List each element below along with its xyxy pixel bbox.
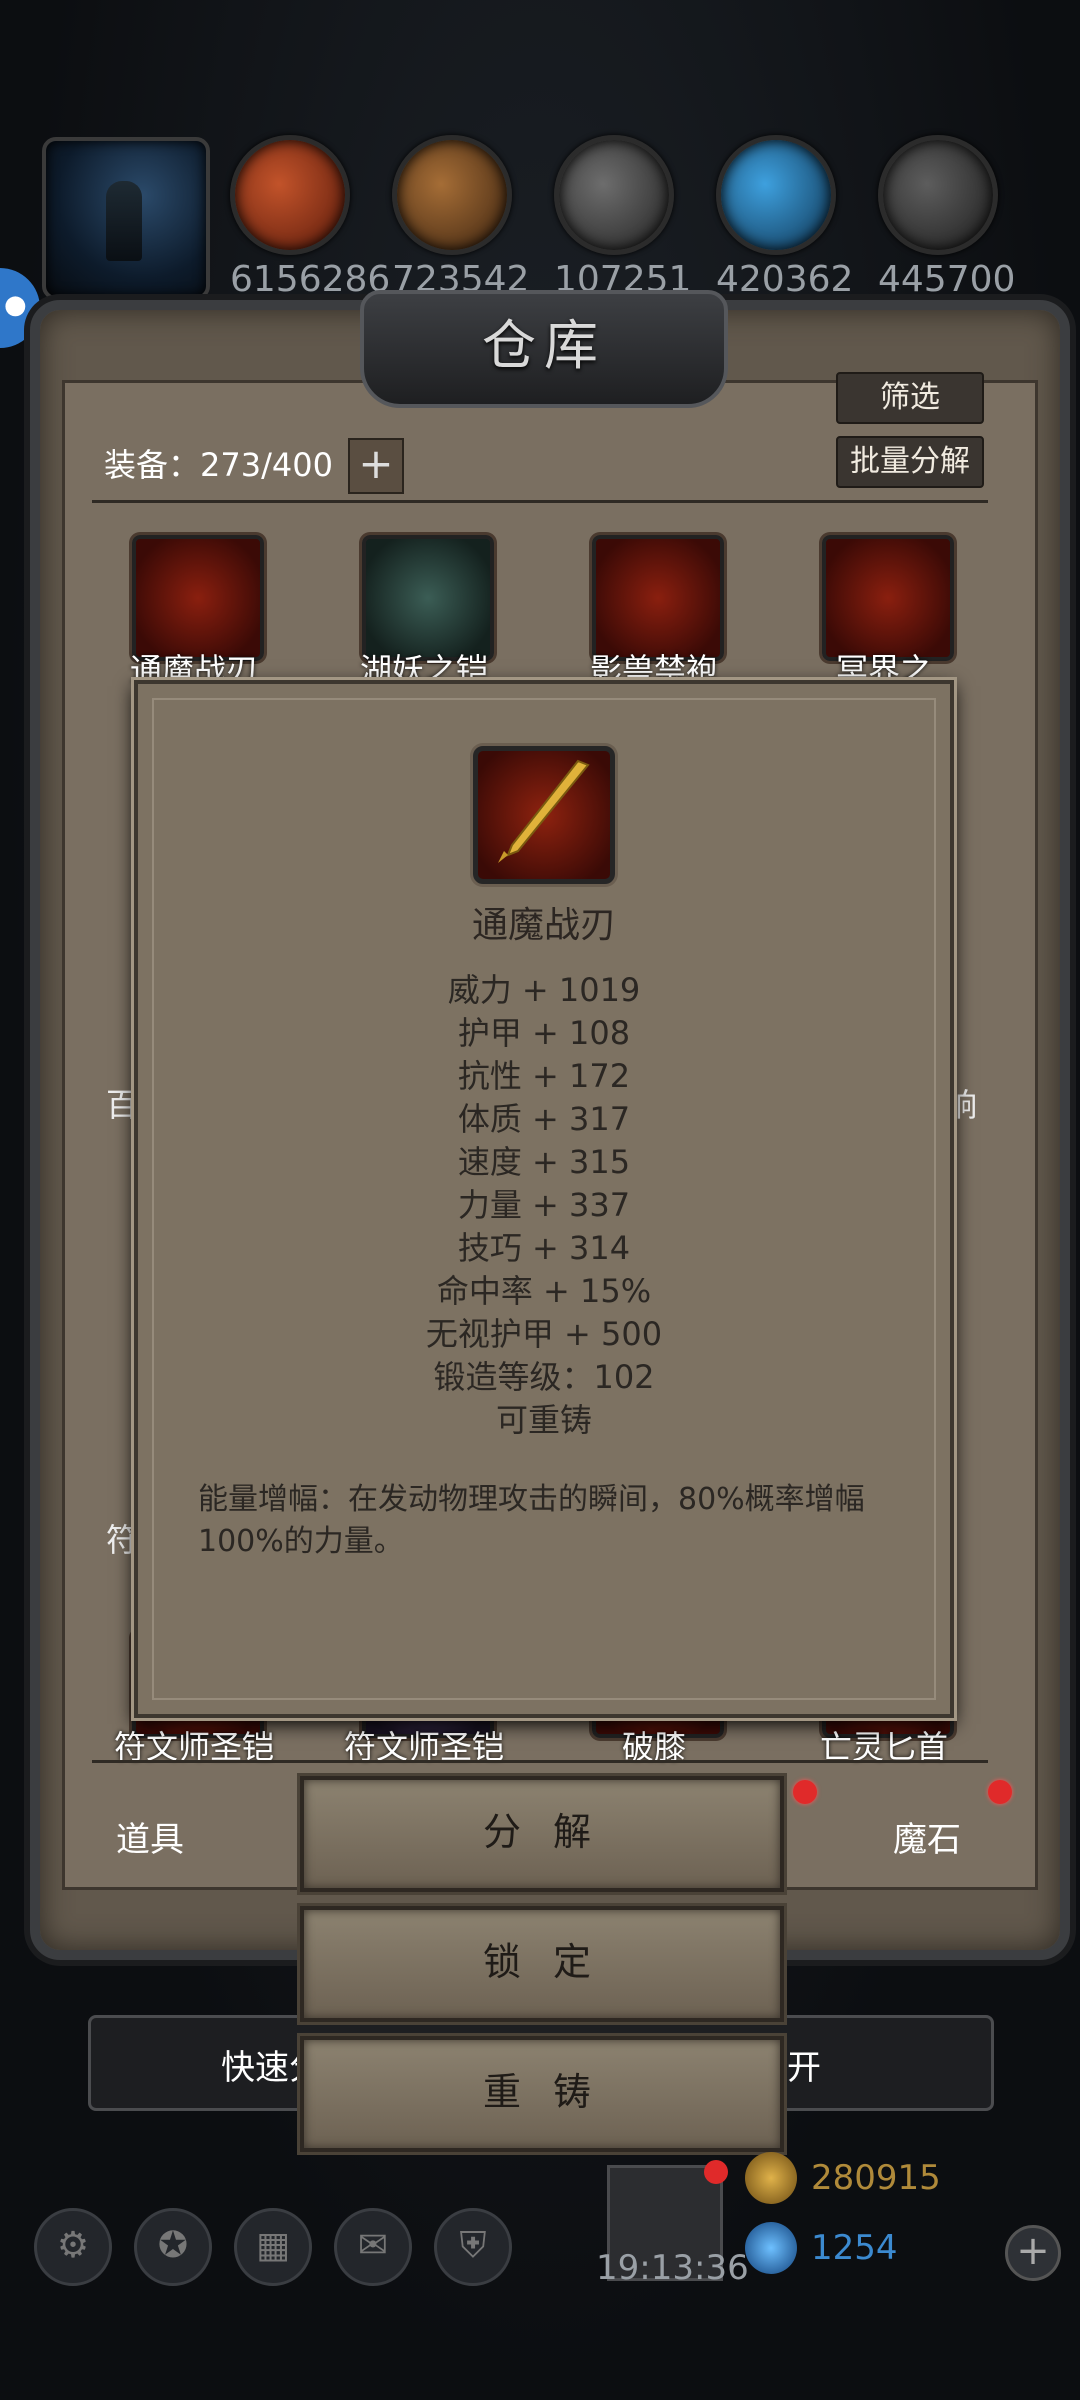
resource-crystal-value: 420362 [716, 259, 854, 300]
shield-icon[interactable]: ⛨ [434, 2208, 512, 2286]
resource-iron[interactable]: 445700 [878, 135, 1016, 300]
top-divider [92, 500, 988, 503]
spear-icon [498, 759, 590, 863]
stat-armor: 护甲 + 108 [457, 1014, 631, 1052]
stone-icon [554, 135, 674, 255]
resource-ore-value: 6156286 [230, 259, 391, 300]
item-name: 通魔战刃 [471, 905, 616, 946]
item-detail-panel: 通魔战刃 威力 + 1019 护甲 + 108 抗性 + 172 体质 + 31… [134, 680, 954, 1718]
reforge-button[interactable]: 重 铸 [300, 2036, 784, 2152]
gold-amount: 280915 [811, 2158, 941, 2198]
resource-crystal[interactable]: 420362 [716, 135, 854, 300]
item-slot-2[interactable] [362, 535, 494, 661]
resource-bar: 6156286 723542 107251 420362 445700 [40, 135, 1050, 310]
item-slot-3[interactable] [592, 535, 724, 661]
warehouse-title: 仓库 [482, 314, 606, 377]
lock-button[interactable]: 锁 定 [300, 1906, 784, 2022]
sword-icon [473, 746, 615, 884]
tab-magic-stone[interactable]: 魔石 [893, 1812, 961, 1861]
gold-currency: 280915 [745, 2152, 1045, 2206]
stat-speed: 速度 + 315 [457, 1143, 631, 1181]
warehouse-title-plate: 仓库 [360, 290, 728, 408]
stat-power: 威力 + 1019 [447, 971, 641, 1009]
stat-reforgeable: 可重铸 [495, 1401, 592, 1439]
decompose-button[interactable]: 分 解 [300, 1776, 784, 1892]
ore-orb-icon [230, 135, 350, 255]
stat-resistance: 抗性 + 172 [457, 1057, 631, 1095]
gem-icon [745, 2222, 797, 2274]
ranking-icon[interactable]: ▦ [234, 2208, 312, 2286]
iron-icon [878, 135, 998, 255]
item-slot-4[interactable] [822, 535, 954, 661]
star-icon[interactable]: ✪ [134, 2208, 212, 2286]
crystal-icon [716, 135, 836, 255]
mail-icon[interactable]: ✉ [334, 2208, 412, 2286]
item-description: 能量增幅：在发动物理攻击的瞬间，80%概率增幅100%的力量。 [198, 1482, 865, 1559]
stat-armor-ignore: 无视护甲 + 500 [425, 1315, 663, 1353]
resource-ore[interactable]: 6156286 [230, 135, 391, 300]
resource-stone[interactable]: 107251 [554, 135, 691, 300]
notification-dot-magic-stone [988, 1780, 1012, 1804]
avatar[interactable] [42, 137, 210, 300]
gold-scroll-icon [745, 2152, 797, 2204]
item-slot-1[interactable] [132, 535, 264, 661]
stat-strength: 力量 + 337 [457, 1186, 631, 1224]
resource-iron-value: 445700 [878, 259, 1016, 300]
filter-button[interactable]: 筛选 [836, 372, 984, 424]
chat-icon: ● [4, 290, 27, 320]
settings-icon[interactable]: ⚙ [34, 2208, 112, 2286]
batch-decompose-button[interactable]: 批量分解 [836, 436, 984, 488]
zoom-plus-icon[interactable]: + [1005, 2225, 1061, 2281]
avatar-figure [106, 181, 142, 261]
gem-amount: 1254 [811, 2228, 898, 2268]
wood-icon [392, 135, 512, 255]
gem-currency: 1254 [745, 2222, 1045, 2276]
tab-items[interactable]: 道具 [116, 1812, 184, 1861]
resource-wood[interactable]: 723542 [392, 135, 529, 300]
bottom-divider [92, 1760, 988, 1763]
equipment-count: 装备：273/400 [104, 446, 333, 484]
expand-capacity-button[interactable]: + [348, 438, 404, 494]
stat-constitution: 体质 + 317 [457, 1100, 631, 1138]
countdown-timer: 19:13:36 [596, 2248, 749, 2288]
item-stats: 威力 + 1019 护甲 + 108 抗性 + 172 体质 + 317 速度 … [138, 969, 950, 1442]
stat-skill: 技巧 + 314 [457, 1229, 631, 1267]
notification-dot [793, 1780, 817, 1804]
gift-notification-dot [704, 2160, 728, 2184]
stat-hit-rate: 命中率 + 15% [436, 1272, 652, 1310]
stat-forge-level: 锻造等级：102 [433, 1358, 655, 1396]
